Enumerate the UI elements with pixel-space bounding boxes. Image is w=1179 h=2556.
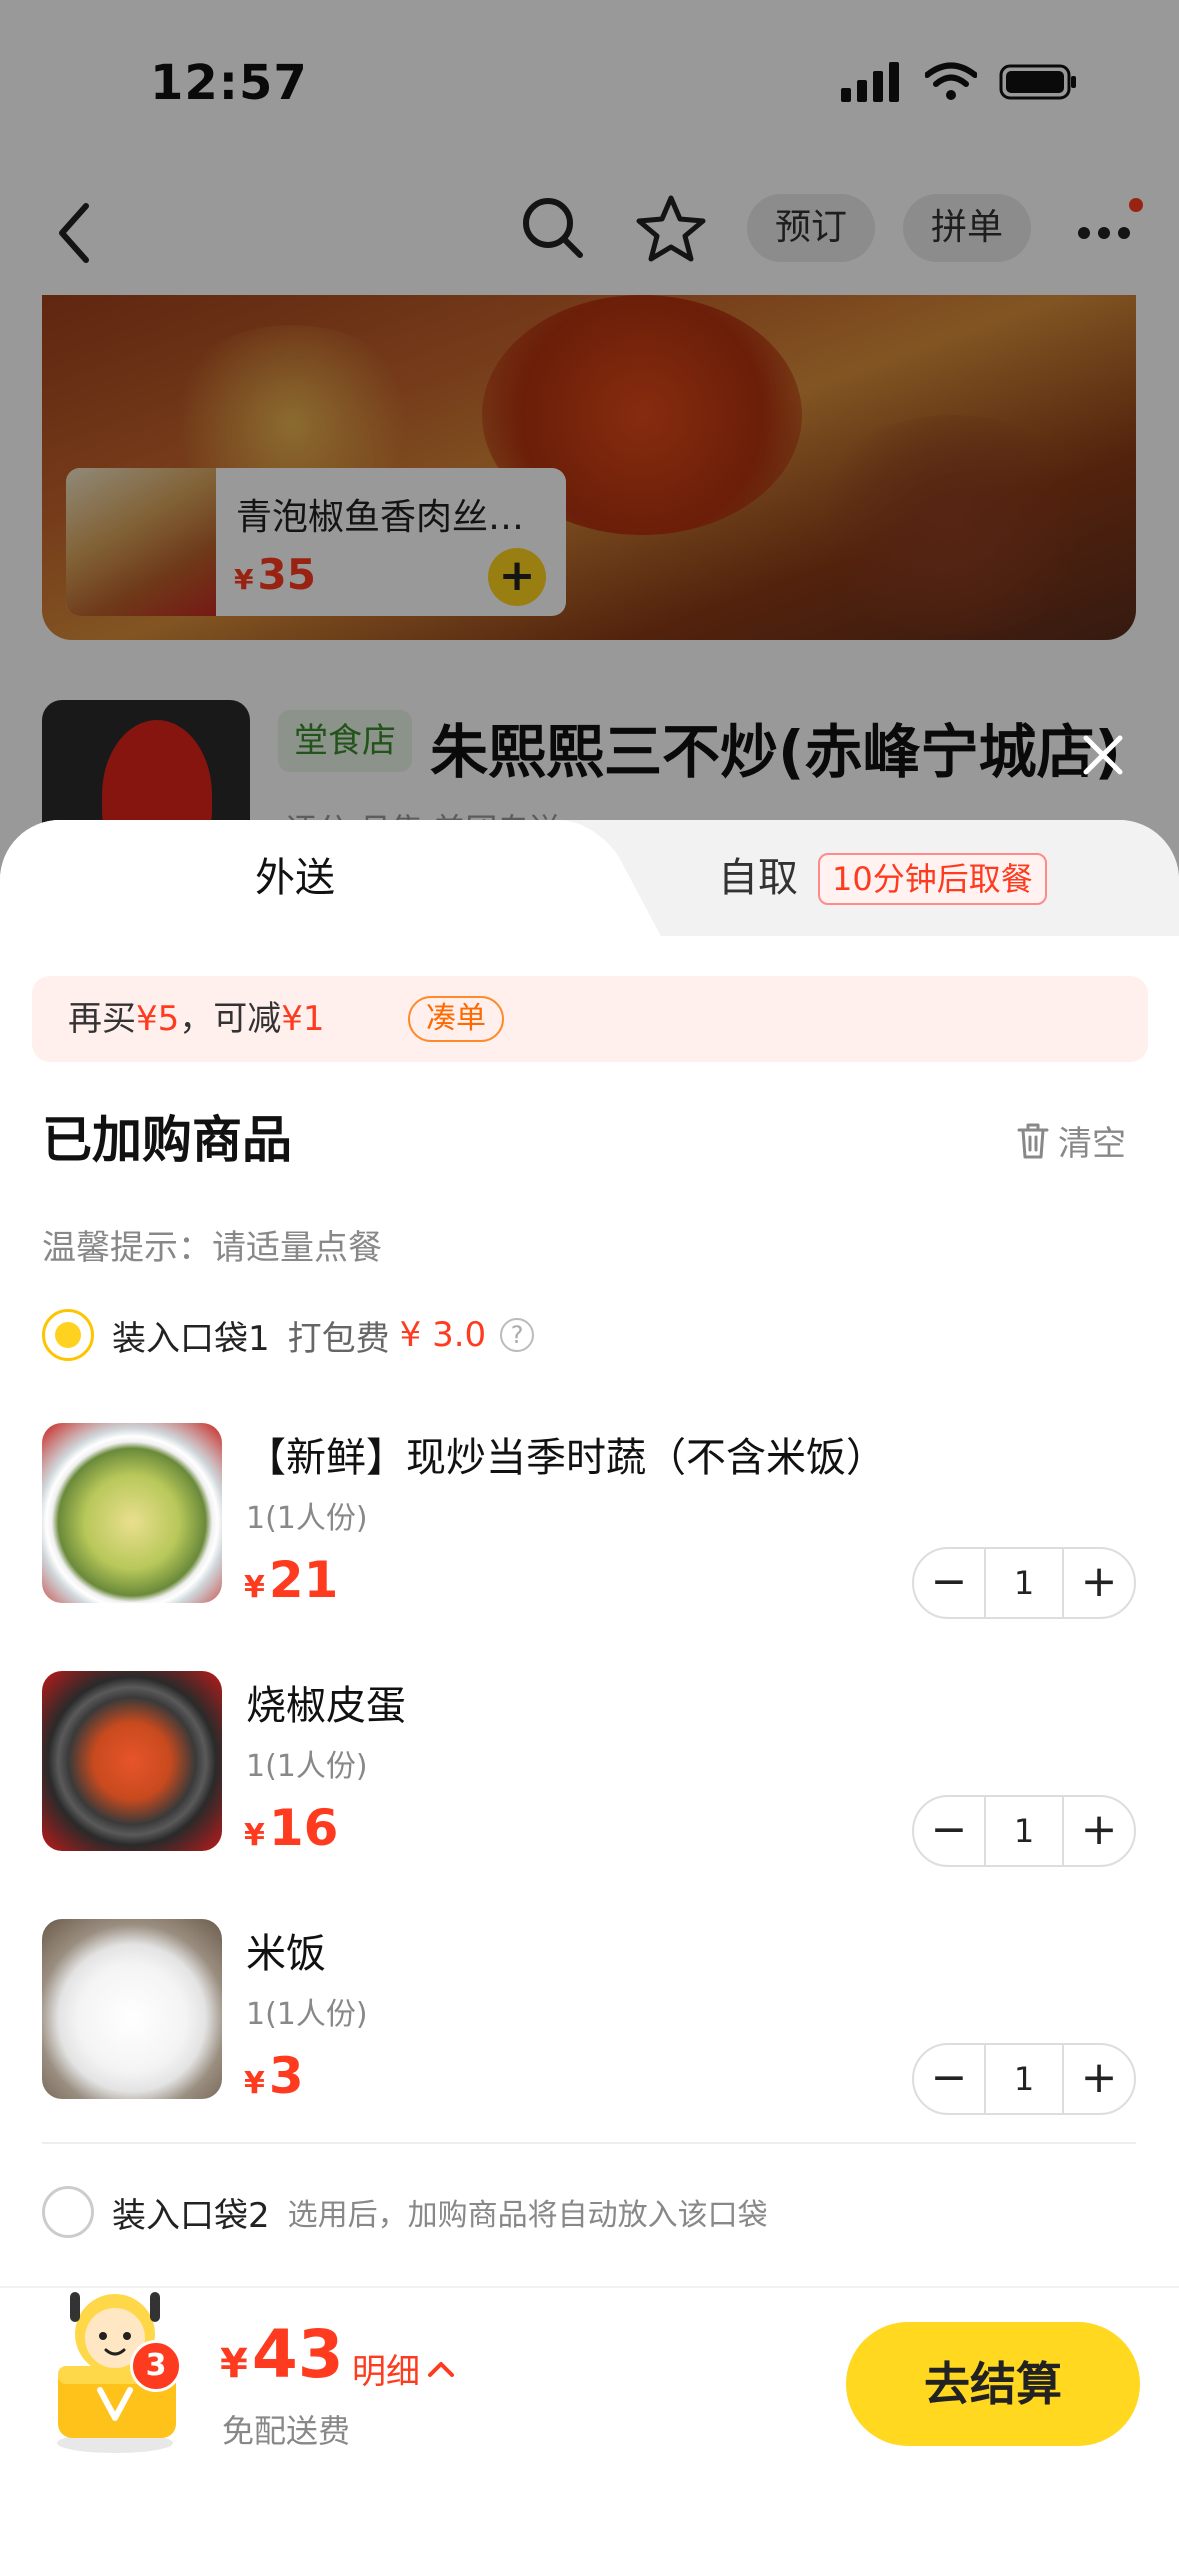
quantity-value[interactable]: 1 [984, 1549, 1064, 1617]
cart-item-spec: 1(1人份) [246, 1749, 368, 1784]
checkout-button[interactable]: 去结算 [846, 2322, 1140, 2446]
chevron-up-icon [428, 2361, 454, 2377]
cart-item-image [42, 1919, 222, 2099]
close-icon[interactable] [1078, 730, 1128, 780]
packing-fee-label: 打包费 [287, 1318, 390, 1359]
discount-promo-text: 再买¥5，可减¥1 [68, 999, 325, 1039]
bag-2-label: 装入口袋2 [112, 2195, 270, 2236]
plus-icon[interactable]: + [1064, 1797, 1134, 1865]
free-delivery-text: 免配送费 [222, 2412, 351, 2450]
clear-cart-label: 清空 [1058, 1124, 1126, 1164]
cart-item-spec: 1(1人份) [246, 1997, 368, 2032]
price-detail-label: 明细 [352, 2352, 420, 2392]
bag-2-radio[interactable] [42, 2186, 94, 2238]
quantity-value[interactable]: 1 [984, 1797, 1064, 1865]
bag-2-hint: 选用后，加购商品将自动放入该口袋 [287, 2198, 768, 2233]
pickup-time-badge: 10分钟后取餐 [818, 853, 1047, 905]
cart-item: 【新鲜】现炒当季时蔬（不含米饭） 1(1人份) ¥21 − 1 + [42, 1423, 1136, 1633]
cart-item-name: 【新鲜】现炒当季时蔬（不含米饭） [246, 1435, 886, 1481]
cart-item-price: ¥3 [244, 2047, 304, 2105]
cart-item: 烧椒皮蛋 1(1人份) ¥16 − 1 + [42, 1671, 1136, 1881]
minus-icon[interactable]: − [914, 1797, 984, 1865]
cart-item-price: ¥21 [244, 1551, 339, 1609]
trash-icon [1017, 1123, 1049, 1158]
clear-cart-button[interactable]: 清空 [1016, 1116, 1126, 1165]
packing-fee-value: ¥ 3.0 [399, 1315, 487, 1355]
order-type-tabs: 外送 自取 10分钟后取餐 [0, 820, 1179, 936]
quantity-stepper: − 1 + [912, 1795, 1136, 1867]
bag-1-radio[interactable] [42, 1309, 94, 1361]
divider [42, 2142, 1136, 2144]
plus-icon[interactable]: + [1064, 1549, 1134, 1617]
help-icon[interactable]: ? [500, 1318, 535, 1352]
bag-2-row[interactable]: 装入口袋2 选用后，加购商品将自动放入该口袋 [42, 2183, 768, 2241]
plus-icon[interactable]: + [1064, 2045, 1134, 2113]
quantity-value[interactable]: 1 [984, 2045, 1064, 2113]
cart-item-image [42, 1423, 222, 1603]
total-price: ¥43 [220, 2316, 344, 2393]
bag-1-label: 装入口袋1 [112, 1318, 270, 1359]
minus-icon[interactable]: − [914, 1549, 984, 1617]
tab-pickup[interactable]: 自取 [718, 820, 798, 936]
checkout-bar: 3 ¥43 明细 免配送费 去结算 [0, 2286, 1179, 2556]
quantity-stepper: − 1 + [912, 2043, 1136, 2115]
cart-count-badge: 3 [130, 2340, 182, 2392]
minus-icon[interactable]: − [914, 2045, 984, 2113]
cart-item-name: 米饭 [246, 1931, 326, 1977]
cart-title: 已加购商品 [42, 1111, 292, 1169]
quantity-stepper: − 1 + [912, 1547, 1136, 1619]
cart-item: 米饭 1(1人份) ¥3 − 1 + [42, 1919, 1136, 2129]
cart-item-image [42, 1671, 222, 1851]
cart-item-spec: 1(1人份) [246, 1501, 368, 1536]
cart-item-name: 烧椒皮蛋 [246, 1683, 406, 1729]
cart-item-price: ¥16 [244, 1799, 339, 1857]
add-on-button[interactable]: 凑单 [408, 996, 504, 1042]
tab-delivery[interactable]: 外送 [0, 820, 590, 936]
ordering-tip: 温馨提示：请适量点餐 [42, 1228, 382, 1268]
discount-promo-bar: 再买¥5，可减¥1 凑单 [32, 976, 1148, 1062]
bag-1-row[interactable]: 装入口袋1 打包费 ¥ 3.0 ? [42, 1306, 535, 1364]
price-detail-button[interactable]: 明细 [352, 2344, 456, 2393]
